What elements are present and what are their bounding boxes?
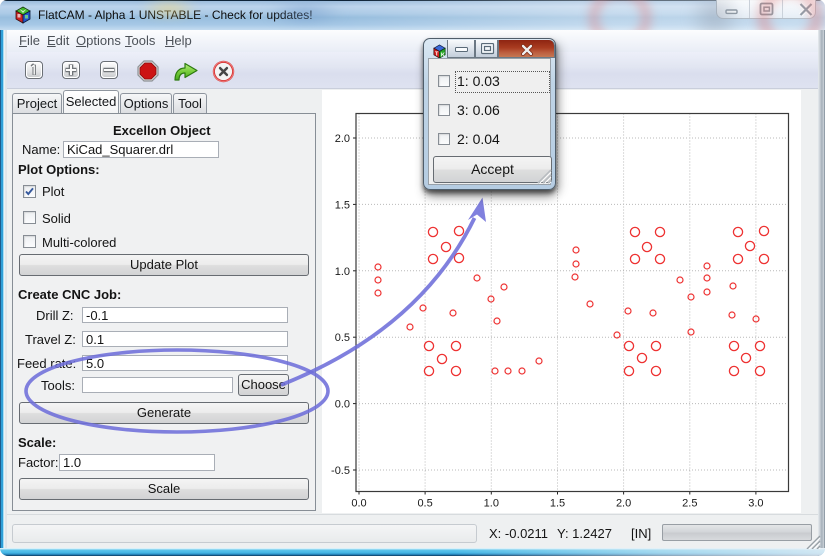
svg-text:T: T (435, 51, 439, 57)
